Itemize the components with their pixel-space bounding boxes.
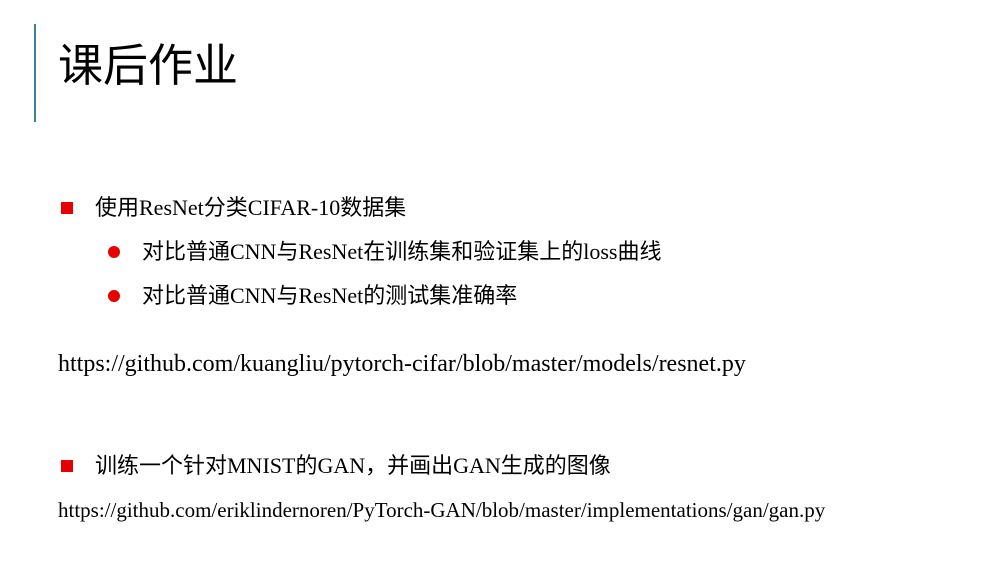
title-accent-bar — [34, 24, 36, 122]
resnet-reference-link[interactable]: https://github.com/kuangliu/pytorch-cifa… — [58, 348, 746, 380]
subitem-text: 对比普通CNN与ResNet的测试集准确率 — [142, 283, 518, 308]
square-bullet-icon — [61, 460, 73, 472]
slide-title: 课后作业 — [58, 39, 239, 92]
task-1-subitem-2: 对比普通CNN与ResNet的测试集准确率 — [108, 281, 517, 311]
square-bullet-icon — [61, 202, 73, 214]
round-bullet-icon — [108, 246, 120, 258]
gan-reference-link[interactable]: https://github.com/eriklindernoren/PyTor… — [58, 496, 825, 524]
task-1-subitem-1: 对比普通CNN与ResNet在训练集和验证集上的loss曲线 — [108, 237, 661, 267]
subitem-text: 对比普通CNN与ResNet在训练集和验证集上的loss曲线 — [142, 239, 662, 264]
task-1-text: 使用ResNet分类CIFAR-10数据集 — [95, 195, 407, 220]
task-1: 使用ResNet分类CIFAR-10数据集 — [61, 193, 406, 223]
task-2: 训练一个针对MNIST的GAN，并画出GAN生成的图像 — [61, 451, 611, 481]
task-2-text: 训练一个针对MNIST的GAN，并画出GAN生成的图像 — [95, 453, 611, 478]
round-bullet-icon — [108, 290, 120, 302]
